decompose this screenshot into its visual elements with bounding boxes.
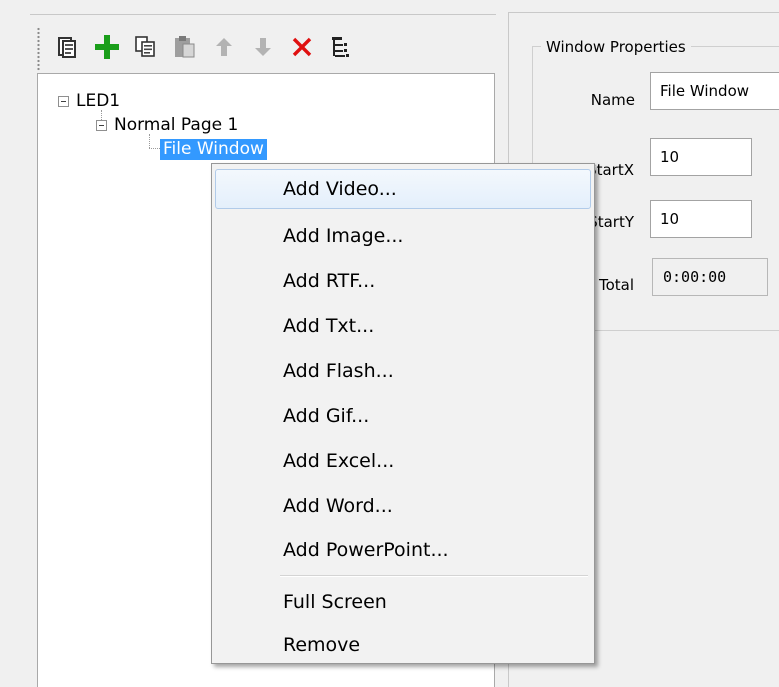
paste-icon bbox=[174, 36, 194, 58]
tree-node-led1[interactable]: LED1 bbox=[58, 90, 123, 112]
add-button[interactable] bbox=[87, 29, 126, 65]
menu-item-add-txt[interactable]: Add Txt... bbox=[215, 306, 591, 346]
starty-field[interactable] bbox=[650, 200, 752, 238]
tree-node-label: LED1 bbox=[76, 90, 121, 111]
menu-item-add-powerpoint[interactable]: Add PowerPoint... bbox=[215, 530, 591, 570]
new-program-icon bbox=[57, 37, 76, 58]
collapse-icon[interactable] bbox=[96, 119, 107, 131]
add-icon bbox=[94, 35, 119, 59]
new-program-button[interactable] bbox=[48, 29, 87, 65]
menu-item-add-video[interactable]: Add Video... bbox=[215, 169, 591, 209]
context-menu: Add Video... Add Image... Add RTF... Add… bbox=[211, 163, 595, 664]
group-title: Window Properties bbox=[541, 36, 691, 58]
move-up-button[interactable] bbox=[204, 29, 243, 65]
delete-icon bbox=[292, 37, 311, 57]
tree-connector bbox=[149, 134, 150, 148]
tree-view-icon bbox=[331, 37, 349, 57]
menu-item-add-flash[interactable]: Add Flash... bbox=[215, 351, 591, 391]
copy-icon bbox=[134, 36, 155, 57]
startx-field[interactable] bbox=[650, 138, 752, 176]
delete-button[interactable] bbox=[282, 29, 321, 65]
menu-item-add-gif[interactable]: Add Gif... bbox=[215, 396, 591, 436]
toolbar bbox=[48, 25, 360, 69]
copy-button[interactable] bbox=[126, 29, 165, 65]
name-label: Name bbox=[590, 91, 635, 109]
tree-node-page[interactable]: Normal Page 1 bbox=[96, 114, 241, 136]
tree-node-file-window[interactable]: File Window bbox=[160, 138, 267, 160]
tree-node-label: File Window bbox=[160, 138, 267, 160]
move-up-icon bbox=[215, 38, 232, 56]
menu-item-full-screen[interactable]: Full Screen bbox=[215, 582, 591, 622]
collapse-icon[interactable] bbox=[58, 95, 69, 107]
toolbar-grip[interactable] bbox=[37, 27, 40, 71]
tree-node-label: Normal Page 1 bbox=[114, 114, 239, 135]
paste-button[interactable] bbox=[165, 29, 204, 65]
menu-item-add-image[interactable]: Add Image... bbox=[215, 216, 591, 256]
name-field[interactable] bbox=[650, 72, 779, 110]
menu-item-add-excel[interactable]: Add Excel... bbox=[215, 441, 591, 481]
menu-separator bbox=[280, 575, 588, 577]
menu-item-remove[interactable]: Remove bbox=[215, 625, 591, 665]
menu-item-add-word[interactable]: Add Word... bbox=[215, 486, 591, 526]
move-down-icon bbox=[254, 38, 271, 56]
menu-item-add-rtf[interactable]: Add RTF... bbox=[215, 261, 591, 301]
total-duration: 0:00:00 bbox=[652, 258, 768, 296]
tree-view-button[interactable] bbox=[321, 29, 360, 65]
move-down-button[interactable] bbox=[243, 29, 282, 65]
